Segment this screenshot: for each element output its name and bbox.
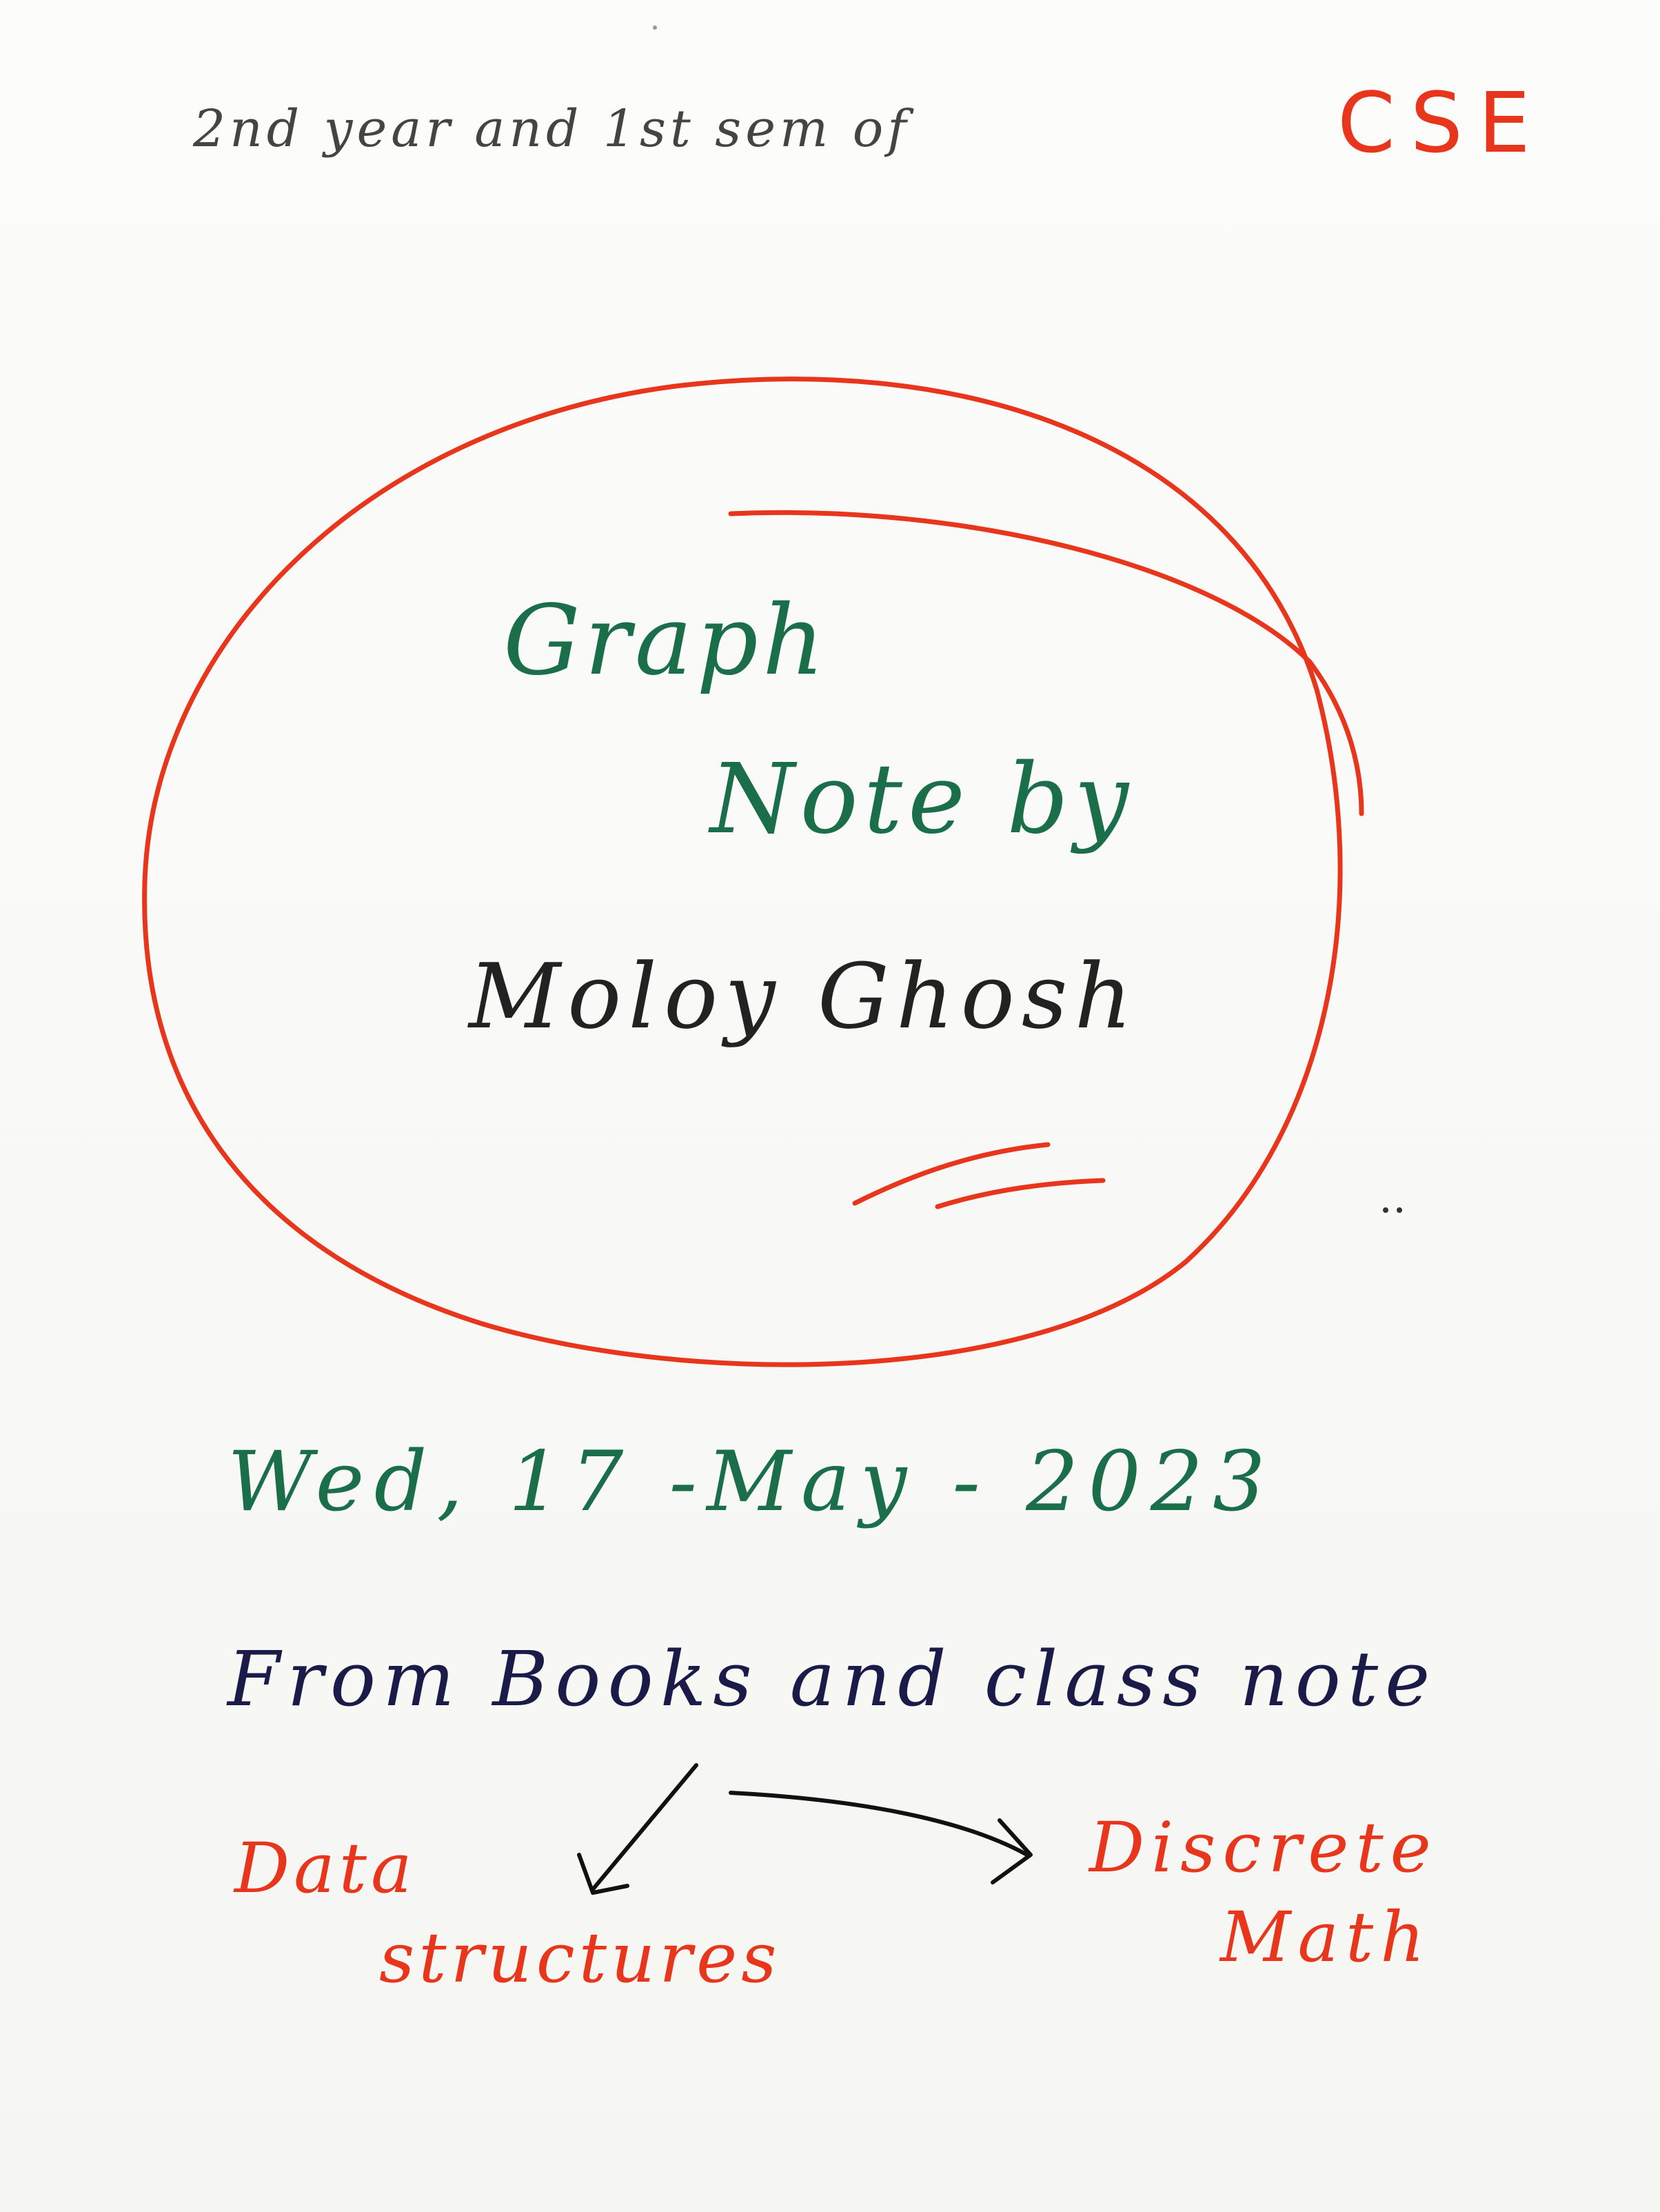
notebook-page: 2nd year and 1st sem of CSE Graph Note b…: [0, 0, 1660, 2212]
title-circle: [142, 376, 1343, 1367]
title-subject: Graph: [503, 585, 829, 697]
topic-data-structures-line1: Data: [234, 1828, 416, 1909]
title-author: Moloy Ghosh: [469, 944, 1140, 1049]
circle-dash-2: [935, 1178, 1106, 1209]
topic-discrete-math-line2: Math: [1220, 1897, 1432, 1978]
topic-data-structures-line2: structures: [379, 1918, 781, 1998]
arrow-to-discrete-math: [729, 1791, 1029, 1857]
header-subtitle: 2nd year and 1st sem of: [193, 99, 911, 159]
source-line: From Books and class note: [227, 1635, 1437, 1723]
date-line: Wed, 17 -May - 2023: [227, 1434, 1275, 1530]
circle-dash-1: [852, 1142, 1051, 1206]
title-note-by: Note by: [710, 743, 1135, 856]
header-branch: CSE: [1337, 76, 1546, 172]
topic-discrete-math-line1: Discrete: [1089, 1807, 1438, 1888]
arrow-to-data-structures: [591, 1763, 698, 1891]
